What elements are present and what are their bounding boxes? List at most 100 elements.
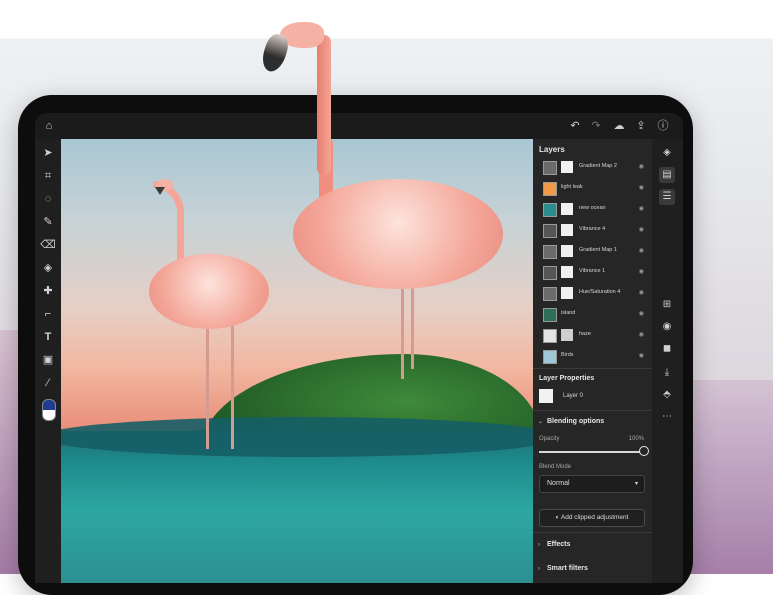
layer-row[interactable]: light leak ◉ (533, 178, 652, 198)
visibility-eye-icon[interactable]: ◉ (639, 352, 644, 359)
layer-name: island (561, 310, 576, 316)
layer-mask (561, 287, 573, 299)
layer-row[interactable]: Gradient Map 2 ◉ (533, 157, 652, 177)
flamingo-large-upper-neck (317, 35, 331, 175)
layer-thumbnail (543, 224, 557, 238)
fill-icon[interactable]: ◈ (40, 260, 56, 276)
opacity-slider[interactable] (539, 446, 649, 456)
tools-toolbar: ➤ ⌗ ◌ ✎ ⌫ ◈ ✚ ⌐ T ▣ ⁄ (35, 139, 61, 583)
chevron-down-icon[interactable]: ⌄ (538, 418, 543, 425)
layer-row[interactable]: Gradient Map 1 ◉ (533, 241, 652, 261)
layer-name: light leak (561, 184, 583, 190)
right-icon-strip: ◈ ▤ ☰ ⊞ ◉ ◼ ⤓ ⬘ ⋯ (652, 139, 683, 583)
eyedropper-icon[interactable]: ⁄ (40, 375, 56, 391)
blend-mode-select[interactable]: Normal ▾ (539, 475, 645, 493)
blending-options-title[interactable]: Blending options (547, 418, 604, 425)
app-screen: ⌂ ↶ ↷ ☁ ⇪ ⓘ ➤ ⌗ ◌ ✎ ⌫ ◈ ✚ ⌐ T ▣ ⁄ Layers… (35, 113, 683, 583)
top-bar: ⌂ ↶ ↷ ☁ ⇪ ⓘ (35, 113, 683, 139)
healing-icon[interactable]: ✚ (40, 283, 56, 299)
color-swatch[interactable] (42, 399, 56, 421)
visibility-eye-icon[interactable]: ◉ (639, 205, 644, 212)
layer-mask (561, 224, 573, 236)
layer-name: Vibrance 4 (579, 226, 606, 232)
layer-row[interactable]: Birds ◉ (533, 346, 652, 366)
document-canvas[interactable] (61, 139, 533, 583)
layer-name: Hue/Saturation 4 (579, 289, 621, 295)
opacity-slider-knob[interactable] (639, 446, 649, 456)
home-icon[interactable]: ⌂ (41, 119, 57, 133)
layers-title: Layers (539, 145, 565, 154)
layer-thumbnail (543, 329, 557, 343)
visibility-eye-icon[interactable]: ◉ (639, 268, 644, 275)
share-icon[interactable]: ⇪ (633, 119, 649, 133)
layer-row[interactable]: Hue/Saturation 4 ◉ (533, 283, 652, 303)
visibility-eye-icon[interactable]: ◉ (639, 310, 644, 317)
layer-name: new ocean (579, 205, 606, 211)
wave (61, 417, 533, 457)
cloud-icon[interactable]: ☁ (611, 119, 627, 133)
visibility-eye-icon[interactable]: ◉ (639, 289, 644, 296)
layer-thumbnail (543, 308, 557, 322)
layer-row[interactable]: Vibrance 4 ◉ (533, 220, 652, 240)
layer-row[interactable]: island ◉ (533, 304, 652, 324)
eraser-icon[interactable]: ⌫ (40, 237, 56, 253)
visibility-eye-icon[interactable]: ◉ (639, 247, 644, 254)
layer-row[interactable]: haze ◉ (533, 325, 652, 345)
undo-icon[interactable]: ↶ (567, 119, 583, 133)
layer-name: Vibrance 1 (579, 268, 606, 274)
image-icon[interactable]: ▣ (40, 352, 56, 368)
layer-row[interactable]: new ocean ◉ (533, 199, 652, 219)
layer-thumbnail (543, 203, 557, 217)
smart-filters-title[interactable]: Smart filters (547, 565, 588, 572)
blend-mode-label: Blend Mode (539, 464, 572, 470)
layers-icon[interactable]: ◈ (659, 145, 675, 161)
panel-divider (533, 410, 652, 411)
layer-mask (561, 245, 573, 257)
layer-name-label: Layer 0 (563, 393, 584, 399)
crop-icon[interactable]: ⌐ (40, 306, 56, 322)
layer-thumbnail (543, 161, 557, 175)
lasso-icon[interactable]: ⌗ (40, 168, 56, 184)
layer-name: Gradient Map 2 (579, 163, 617, 169)
move-tool-icon[interactable]: ➤ (40, 145, 56, 161)
mask-icon[interactable]: ◼ (659, 341, 675, 357)
add-layer-icon[interactable]: ⊞ (659, 297, 675, 313)
adjustments-icon[interactable]: ☰ (659, 189, 675, 205)
type-icon[interactable]: T (40, 329, 56, 345)
chevron-right-icon[interactable]: › (538, 566, 540, 572)
layer-thumbnail (543, 350, 557, 364)
layer-mask (561, 203, 573, 215)
brush-icon[interactable]: ✎ (40, 214, 56, 230)
visibility-eye-icon[interactable]: ◉ (639, 184, 644, 191)
fill-layer-icon[interactable]: ⬘ (659, 387, 675, 403)
layer-row[interactable]: Vibrance 1 ◉ (533, 262, 652, 282)
visibility-eye-icon[interactable]: ◉ (639, 226, 644, 233)
layer-properties-icon[interactable]: ▤ (659, 167, 675, 183)
visibility-eye-icon[interactable]: ◉ (639, 163, 644, 170)
chevron-right-icon[interactable]: › (538, 542, 540, 548)
opacity-label: Opacity (539, 436, 560, 442)
layer-thumbnail (543, 182, 557, 196)
redo-icon[interactable]: ↷ (588, 119, 604, 133)
effects-title[interactable]: Effects (547, 541, 570, 548)
clip-icon[interactable]: ⤓ (659, 365, 675, 381)
layer-name: Gradient Map 1 (579, 247, 617, 253)
flamingo-small-beak (155, 187, 165, 195)
panel-divider (533, 532, 652, 533)
layers-panel: Layers Gradient Map 2 ◉ light leak ◉ new… (533, 139, 652, 583)
panel-divider (533, 368, 652, 369)
help-icon[interactable]: ⓘ (655, 119, 671, 133)
visibility-eye-icon[interactable]: ◉ (639, 331, 644, 338)
flamingo-large-beak (258, 31, 292, 75)
opacity-value: 100% (628, 436, 644, 442)
layer-thumbnail (543, 266, 557, 280)
blend-mode-value: Normal (547, 480, 570, 487)
lasso-freeform-icon[interactable]: ◌ (40, 191, 56, 207)
add-clipped-adjustment-button[interactable]: ◐ Add clipped adjustment (539, 509, 645, 527)
cloud-large (293, 179, 503, 289)
add-clipped-adjustment-label: Add clipped adjustment (560, 514, 629, 521)
more-options-icon[interactable]: ⋯ (659, 409, 675, 425)
layer-mask (561, 161, 573, 173)
cloud-small (149, 254, 269, 329)
visibility-icon[interactable]: ◉ (659, 319, 675, 335)
